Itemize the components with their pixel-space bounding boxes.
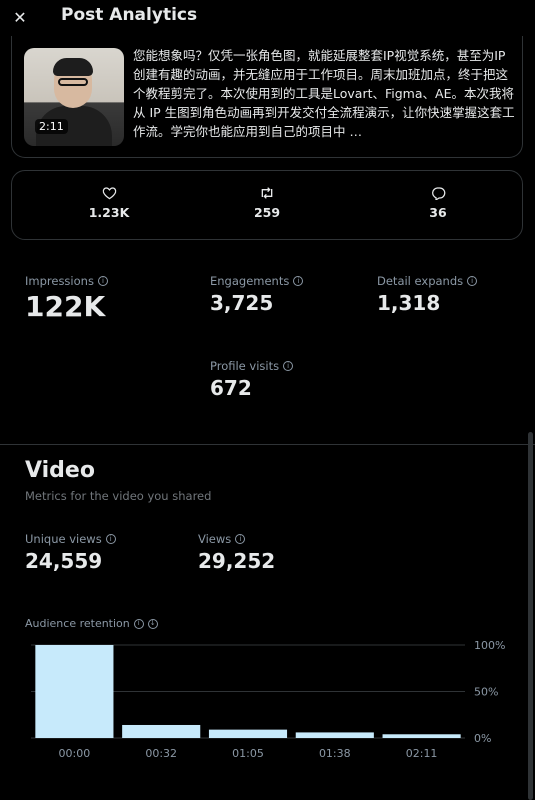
impressions-metric: Impressions i 122K xyxy=(25,274,108,323)
header: ✕ Post Analytics xyxy=(0,0,535,36)
views-label: Views xyxy=(198,532,232,546)
profile-visits-metric: Profile visits i 672 xyxy=(210,359,294,400)
retention-bar[interactable] xyxy=(35,645,114,738)
impressions-value: 122K xyxy=(25,290,106,323)
profile-visits-label: Profile visits xyxy=(210,359,280,373)
impressions-label: Impressions xyxy=(25,274,94,288)
retention-bar[interactable] xyxy=(122,724,201,738)
y-tick-label: 100% xyxy=(474,639,505,652)
info-icon[interactable]: i xyxy=(105,534,116,544)
unique-views-metric: Unique views i 24,559 xyxy=(25,532,116,573)
audience-retention-label: Audience retention xyxy=(25,617,130,630)
audience-retention-chart: 100% 50% 0% 00:00 00:32 01:05 01:38 02:11 xyxy=(31,639,505,760)
info-icon[interactable]: i xyxy=(283,361,294,371)
info-icon[interactable]: i xyxy=(293,276,304,286)
x-tick-label: 00:00 xyxy=(59,747,91,760)
video-duration-badge: 2:11 xyxy=(35,119,68,134)
info-icon[interactable]: i xyxy=(133,618,144,629)
close-icon: ✕ xyxy=(13,7,27,27)
replies-count: 36 xyxy=(429,205,447,220)
video-thumbnail[interactable]: 2:11 xyxy=(24,48,124,146)
detail-expands-label: Detail expands xyxy=(377,274,464,288)
section-divider xyxy=(0,444,535,445)
views-metric: Views i 29,252 xyxy=(198,532,275,573)
post-preview-card[interactable]: 2:11 您能想象吗？仅凭一张角色图，就能延展整套IP视觉系统，甚至为IP创建有… xyxy=(11,36,523,158)
retention-bar[interactable] xyxy=(208,729,288,738)
x-tick-label: 02:11 xyxy=(406,747,438,760)
reply-icon xyxy=(430,185,446,201)
close-button[interactable]: ✕ xyxy=(10,6,30,28)
info-icon[interactable]: i xyxy=(97,276,108,286)
video-section-subtitle: Metrics for the video you shared xyxy=(25,489,212,503)
engagements-label: Engagements xyxy=(210,274,290,288)
likes-stat: 1.23K xyxy=(54,185,164,220)
y-tick-label: 50% xyxy=(474,686,498,699)
x-tick-label: 00:32 xyxy=(145,747,177,760)
heart-icon xyxy=(101,185,117,201)
video-section-title: Video xyxy=(25,458,95,483)
repost-icon xyxy=(259,185,275,201)
scrollbar[interactable] xyxy=(528,432,533,800)
audience-retention-header: Audience retention i ↓ xyxy=(25,617,158,630)
retention-bar[interactable] xyxy=(295,732,374,738)
post-text: 您能想象吗？仅凭一张角色图，就能延展整套IP视觉系统，甚至为IP创建有趣的动画，… xyxy=(133,48,515,139)
engagement-summary: 1.23K 259 36 xyxy=(11,170,523,240)
reposts-count: 259 xyxy=(253,205,281,220)
y-tick-label: 0% xyxy=(474,732,491,745)
profile-visits-value: 672 xyxy=(210,376,252,400)
reposts-stat: 259 xyxy=(212,185,322,220)
info-icon[interactable]: i xyxy=(235,534,246,544)
likes-count: 1.23K xyxy=(88,205,130,220)
engagements-value: 3,725 xyxy=(210,291,274,315)
unique-views-value: 24,559 xyxy=(25,549,103,573)
page-title: Post Analytics xyxy=(61,5,198,25)
x-tick-label: 01:05 xyxy=(232,747,264,760)
unique-views-label: Unique views xyxy=(25,532,102,546)
info-icon[interactable]: i xyxy=(467,276,478,286)
retention-bar[interactable] xyxy=(382,734,461,738)
download-icon[interactable]: ↓ xyxy=(147,618,158,629)
detail-expands-metric: Detail expands i 1,318 xyxy=(377,274,478,315)
detail-expands-value: 1,318 xyxy=(377,291,441,315)
replies-stat: 36 xyxy=(383,185,493,220)
views-value: 29,252 xyxy=(198,549,276,573)
engagements-metric: Engagements i 3,725 xyxy=(210,274,304,315)
x-tick-label: 01:38 xyxy=(319,747,351,760)
